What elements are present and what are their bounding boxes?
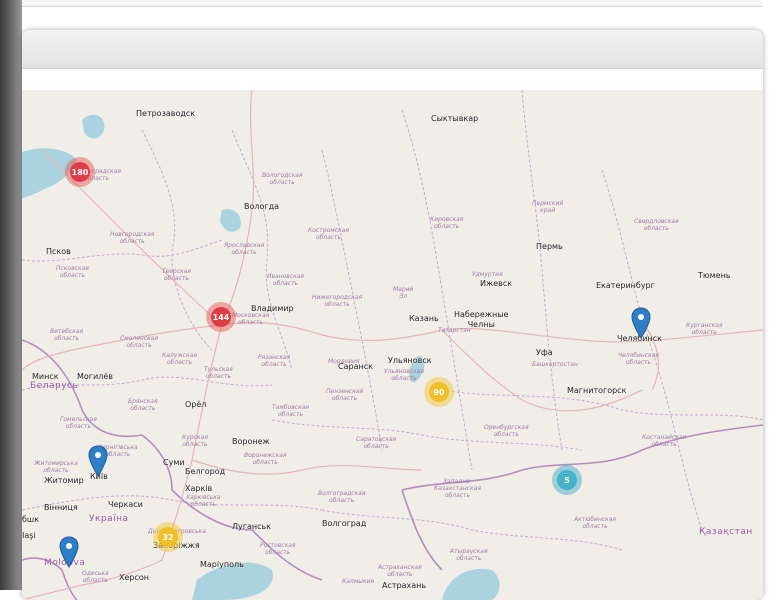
city-belgorod: Белгород [185,467,226,476]
city-orel: Орёл [185,400,207,409]
region-udmurtia: Удмуртия [472,271,503,278]
region-vologda: Вологодская область [262,172,303,186]
region-west-kz: Западно- Казахстанская область [434,478,481,499]
city-kherson: Херсон [119,573,150,582]
city-ekaterinburg: Екатеринбург [596,281,655,290]
region-bashkortostan: Башкортостан [532,361,578,368]
cluster-count: 5 [557,470,577,490]
city-iasi: Iaşi [22,531,36,540]
city-kharkiv: Харків [185,484,213,493]
region-kursk: Курская область [182,434,208,448]
region-ulyanovsk: Ульяновская область [384,368,424,382]
region-orenburg: Оренбургская область [484,424,529,438]
region-saratov: Саратовская область [356,436,397,450]
map-pin-icon-chelyabinsk[interactable] [631,307,651,339]
city-vologda: Вологда [244,202,280,211]
region-pskov: Псковская область [56,265,89,279]
region-kalmykia: Калмыкия [342,578,375,585]
cluster-marker-180[interactable]: 180 [65,157,95,187]
region-aktobe: Актюбинская область [574,516,617,530]
city-izhevsk: Ижевск [480,279,513,288]
region-astrakhan: Астраханская область [378,564,422,578]
cluster-marker-144[interactable]: 144 [206,302,236,332]
region-mordovia: Мордовия [328,358,360,365]
city-petrozavodsk: Петрозаводск [136,109,196,118]
country-ukraine: Україна [89,514,129,524]
city-ulyanovsk: Ульяновск [388,356,432,365]
region-atyrau: Атырауская область [450,548,488,562]
region-boundaries [22,90,763,551]
country-belarus: Беларусь [30,381,79,391]
region-gomel: Гомельская область [60,416,97,430]
region-smolensk: Смоленская область [120,335,159,349]
region-bryansk: Брянская область [128,398,158,412]
region-ryazan: Рязанская область [258,354,291,368]
city-zhytomyr: Житомир [44,476,84,485]
cluster-marker-32[interactable]: 32 [153,522,183,552]
city-vinnytsia: Вінниця [44,503,78,512]
cluster-marker-90[interactable]: 90 [424,377,454,407]
panel-header [22,30,763,69]
region-kostroma: Костромская область [308,227,349,241]
cluster-count: 180 [70,162,90,182]
city-luhansk: Луганськ [232,522,272,531]
city-volgograd: Волгоград [322,519,367,528]
city-bshk: бшк [22,515,40,524]
region-kostanay: Костанайская область [642,434,687,448]
city-magnitogorsk: Магнитогорск [567,386,627,395]
window-left-frame [0,0,22,590]
region-ivanovo: Ивановская область [267,273,305,287]
region-kirov: Кировская область [430,216,464,230]
region-moscow: Московская область [232,312,270,326]
region-tula: Тульская область [204,366,233,380]
region-zhytomyr: Житомирська область [34,460,78,474]
city-kazan: Казань [409,314,439,323]
city-minsk: Минск [32,372,59,381]
region-chelyabinsk: Челябинская область [618,352,659,366]
top-strip [22,0,762,7]
country-kazakhstan: Қазақстан [699,527,753,537]
region-tver: Тверская область [162,268,191,282]
city-syktyvkar: Сыктывкар [431,114,479,123]
city-mogilev: Могилёв [77,372,113,381]
region-novgorod: Новгородская область [110,231,155,245]
cluster-count: 90 [429,382,449,402]
region-kaluga: Калужская область [162,352,197,366]
region-yaroslavl: Ярославская область [224,242,265,256]
region-vitebsk: Витебская область [50,328,84,342]
region-penza: Пензенская область [326,388,364,402]
city-cherkasy: Черкаси [108,500,143,509]
region-tambov: Тамбовская область [272,404,309,418]
map-view[interactable]: Петрозаводск Сыктывкар Вологда Псков Пер… [22,90,763,600]
cluster-count: 144 [211,307,231,327]
city-pskov: Псков [46,247,71,256]
city-voronezh: Воронеж [232,437,270,446]
city-astrakhan: Астрахань [382,581,427,590]
city-ufa: Уфа [536,348,553,357]
region-rostov: Ростовская область [260,542,296,556]
region-nizhny: Нижегородская область [312,294,363,308]
region-tatarstan: Татарстан [438,327,471,334]
region-mariy-el: Марий Эл [393,286,414,300]
city-tyumen: Тюмень [698,271,731,280]
region-voronezh: Воронежская область [244,452,287,466]
region-volgograd: Волгоградская область [318,490,366,504]
city-sumy: Суми [163,458,185,467]
cluster-count: 32 [158,527,178,547]
region-sverdlovsk: Свердловская область [634,218,679,232]
region-perm-krai: Пермский край [532,200,564,214]
region-odesa: Одеська область [82,570,109,584]
city-perm: Пермь [536,242,563,251]
map-panel: Петрозаводск Сыктывкар Вологда Псков Пер… [22,30,763,600]
region-kharkiv: Харківська область [186,494,221,508]
lake-onega [82,114,105,139]
city-mariupol: Маріуполь [200,560,244,569]
map-pin-icon-moldova[interactable] [59,536,79,568]
map-pin-icon-kyiv[interactable] [88,445,108,477]
rybinsk-reservoir [220,209,241,232]
caspian-sea [442,568,500,600]
cluster-marker-5[interactable]: 5 [552,465,582,495]
region-kurgan: Курганская область [686,322,723,336]
